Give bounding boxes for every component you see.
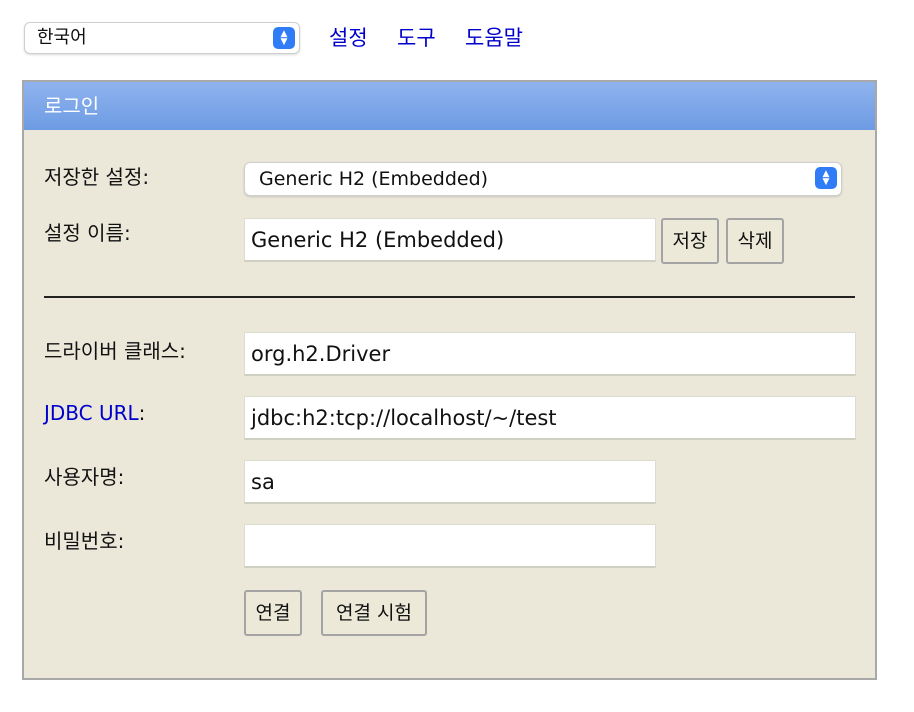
password-label: 비밀번호: xyxy=(44,529,125,553)
delete-button[interactable]: 삭제 xyxy=(726,218,784,264)
saved-settings-select[interactable]: Generic H2 (Embedded) ▲ ▼ xyxy=(244,162,842,196)
jdbc-url-colon: : xyxy=(138,401,146,425)
setting-name-label: 설정 이름: xyxy=(44,221,131,245)
driver-class-label: 드라이버 클래스: xyxy=(44,339,186,363)
driver-class-input[interactable]: org.h2.Driver xyxy=(244,332,856,376)
username-label: 사용자명: xyxy=(44,465,125,489)
jdbc-url-input[interactable]: jdbc:h2:tcp://localhost/~/test xyxy=(244,396,856,440)
tools-link[interactable]: 도구 xyxy=(397,22,436,54)
settings-link[interactable]: 설정 xyxy=(329,22,368,54)
jdbc-url-label: JDBC URL: xyxy=(44,400,145,426)
password-input[interactable] xyxy=(244,524,656,568)
username-input[interactable]: sa xyxy=(244,460,656,504)
connect-button[interactable]: 연결 xyxy=(244,590,302,636)
login-panel: 로그인 저장한 설정: Generic H2 (Embedded) ▲ ▼ 설정 … xyxy=(22,80,877,680)
save-button[interactable]: 저장 xyxy=(661,218,719,264)
jdbc-url-help-link[interactable]: JDBC URL xyxy=(44,401,139,425)
help-link[interactable]: 도움말 xyxy=(465,22,523,54)
language-select-value: 한국어 xyxy=(37,27,87,48)
language-select[interactable]: 한국어 ▲ ▼ xyxy=(24,22,300,54)
select-arrows-icon: ▲ ▼ xyxy=(815,167,837,189)
saved-settings-value: Generic H2 (Embedded) xyxy=(259,168,489,190)
select-arrows-icon: ▲ ▼ xyxy=(273,27,295,49)
setting-name-input[interactable]: Generic H2 (Embedded) xyxy=(244,218,656,262)
saved-settings-label: 저장한 설정: xyxy=(44,165,150,189)
test-connection-button[interactable]: 연결 시험 xyxy=(321,590,427,636)
divider xyxy=(44,296,855,298)
panel-title: 로그인 xyxy=(24,82,875,130)
